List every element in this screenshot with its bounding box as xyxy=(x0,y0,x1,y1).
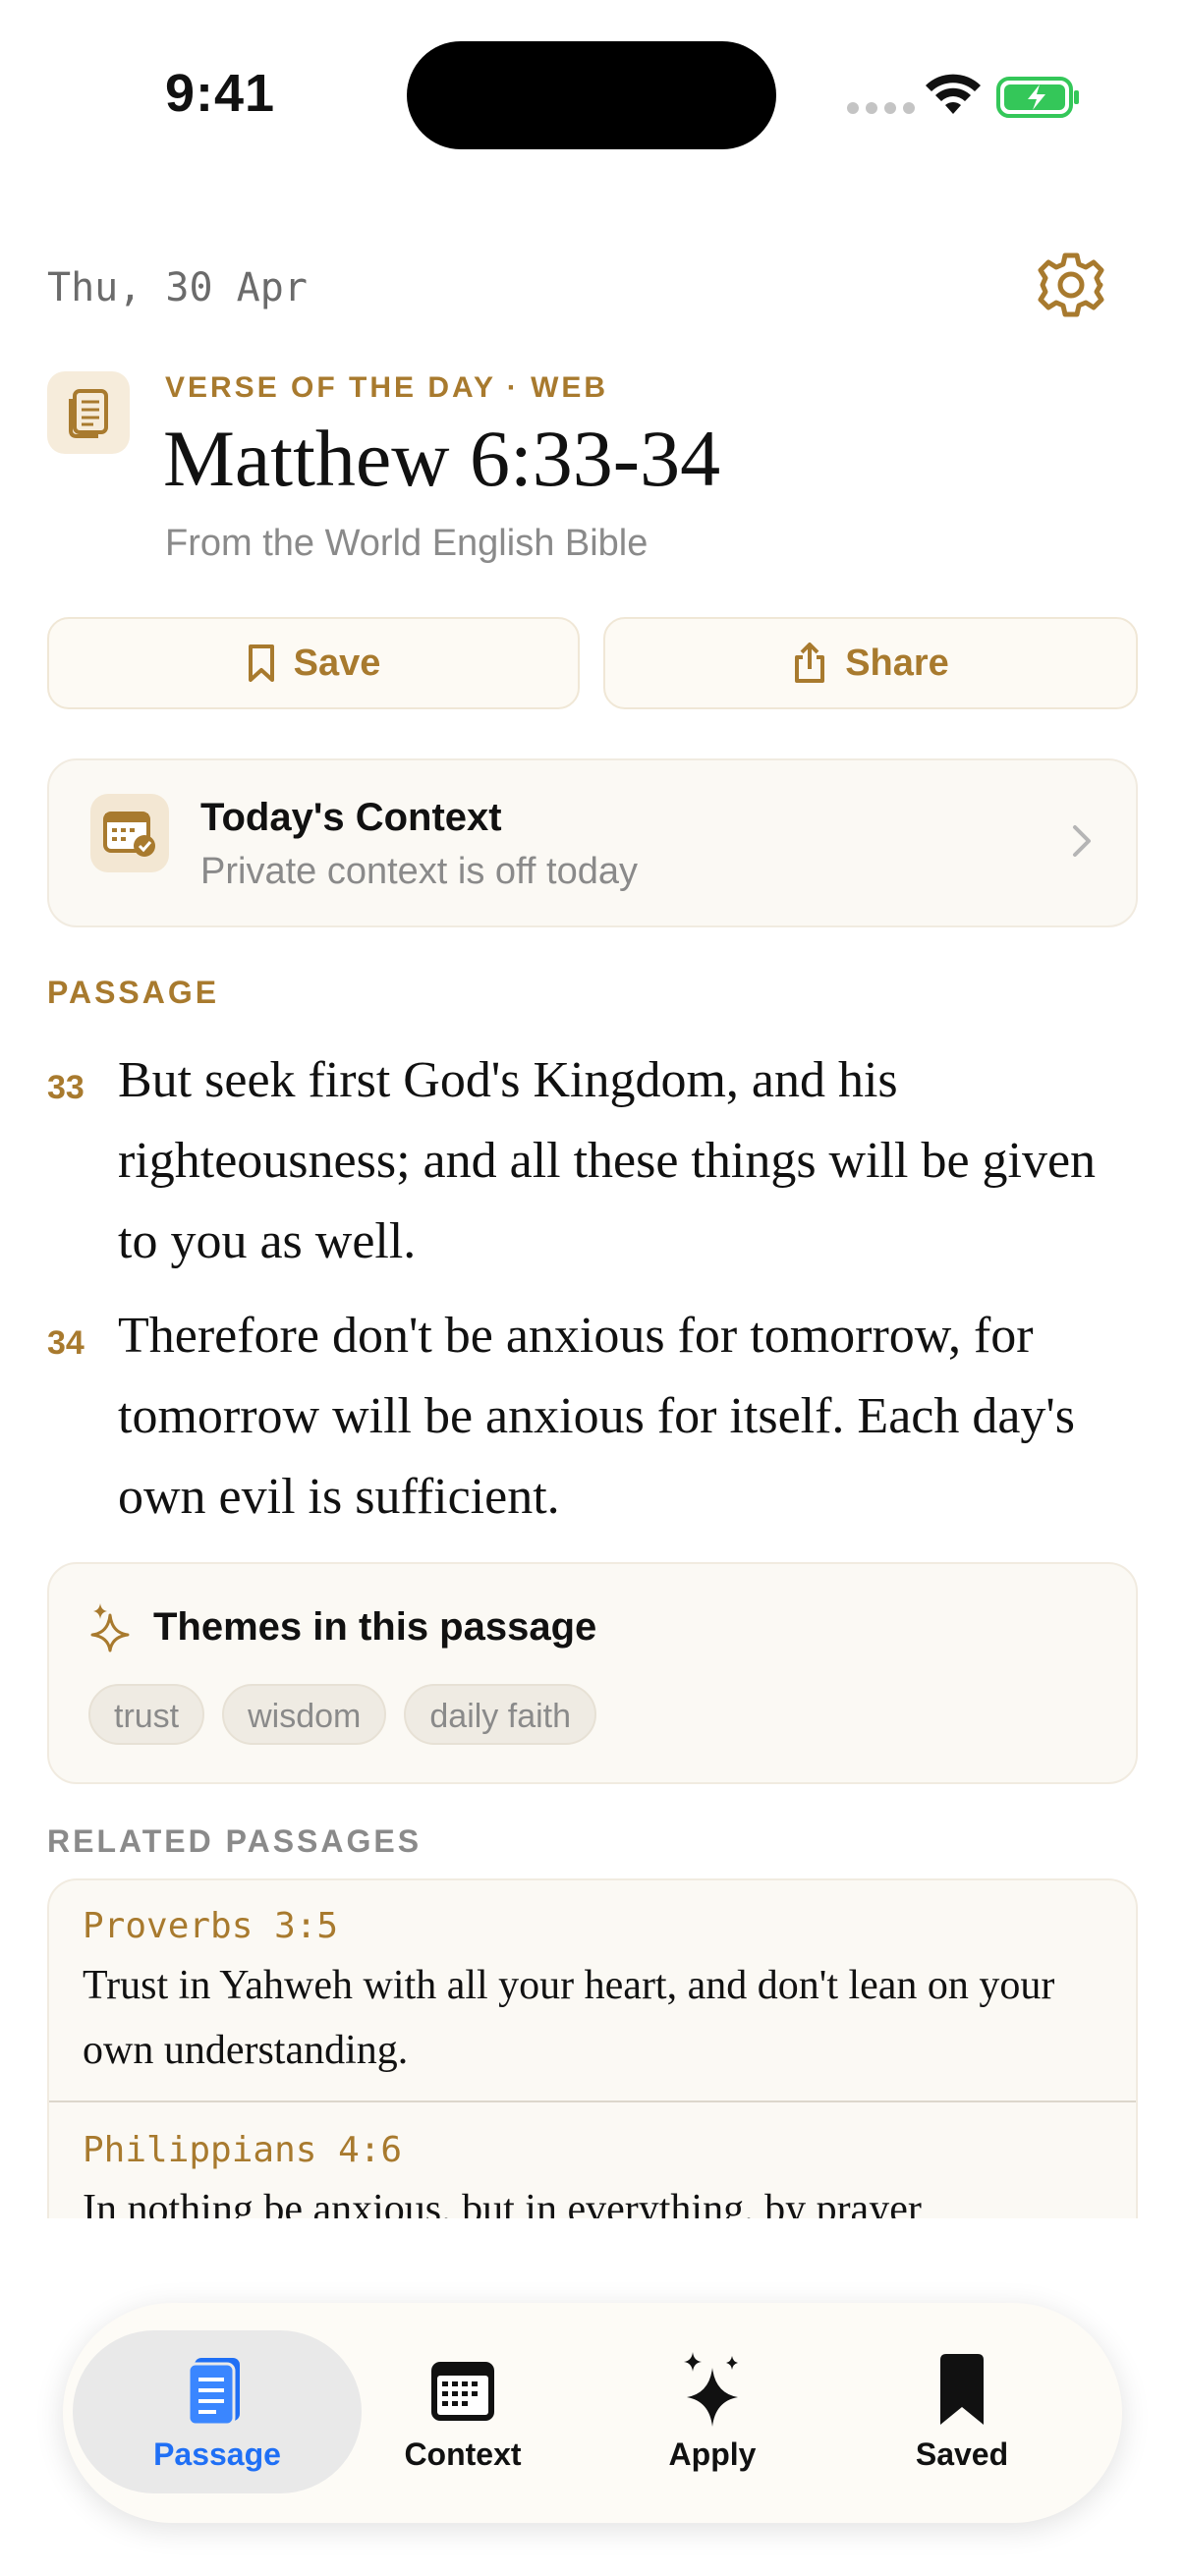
related-reference[interactable]: Proverbs 3:5 xyxy=(83,1906,338,1946)
chevron-right-icon xyxy=(1073,825,1091,857)
tab-bar: Passage Context Apply Saved xyxy=(63,2303,1122,2523)
status-time: 9:41 xyxy=(165,64,276,123)
context-card-title: Today's Context xyxy=(200,796,502,839)
divider xyxy=(49,2100,1136,2102)
tab-context[interactable]: Context xyxy=(320,2330,605,2493)
themes-card: Themes in this passage trust wisdom dail… xyxy=(47,1562,1138,1784)
battery-icon xyxy=(996,77,1079,118)
save-button[interactable]: Save xyxy=(47,617,580,709)
bookmark-icon xyxy=(940,2354,984,2425)
tab-saved[interactable]: Saved xyxy=(819,2330,1104,2493)
related-section-label: RELATED PASSAGES xyxy=(47,1823,423,1859)
tab-label: Context xyxy=(404,2436,522,2472)
related-text: Trust in Yahweh with all your heart, and… xyxy=(83,1963,1055,2073)
tab-label: Apply xyxy=(668,2436,757,2472)
theme-tags: trust wisdom daily faith xyxy=(88,1684,597,1745)
context-card-subtitle: Private context is off today xyxy=(200,851,638,892)
book-icon xyxy=(187,2358,240,2427)
tab-label: Saved xyxy=(915,2436,1009,2472)
calendar-check-icon xyxy=(90,794,169,872)
sparkle-icon xyxy=(90,1603,130,1652)
share-icon xyxy=(795,643,825,683)
theme-tag[interactable]: daily faith xyxy=(404,1684,597,1745)
tab-apply[interactable]: Apply xyxy=(570,2330,855,2493)
share-label: Share xyxy=(845,642,949,684)
page-title: Matthew 6:33-34 xyxy=(163,414,721,503)
tab-label: Passage xyxy=(153,2436,281,2472)
themes-title: Themes in this passage xyxy=(153,1605,597,1649)
theme-tag[interactable]: trust xyxy=(88,1684,205,1745)
related-reference[interactable]: Philippians 4:6 xyxy=(83,2130,402,2170)
verse-number: 33 xyxy=(47,1069,85,1106)
verse-number: 34 xyxy=(47,1324,85,1362)
cellular-signal-icon xyxy=(847,102,915,114)
settings-gear-icon[interactable] xyxy=(1036,250,1106,320)
save-label: Save xyxy=(293,642,381,684)
verse-of-day-kicker: VERSE OF THE DAY · WEB xyxy=(165,371,609,404)
dynamic-island xyxy=(407,41,776,149)
wifi-icon xyxy=(926,74,981,114)
share-button[interactable]: Share xyxy=(603,617,1138,709)
current-date: Thu, 30 Apr xyxy=(47,265,308,310)
verse-text: Therefore don't be anxious for tomorrow,… xyxy=(118,1308,1076,1525)
scripture-document-icon xyxy=(47,371,130,454)
tab-passage[interactable]: Passage xyxy=(73,2330,362,2493)
bookmark-outline-icon xyxy=(248,644,274,682)
translation-source: From the World English Bible xyxy=(165,523,649,564)
theme-tag[interactable]: wisdom xyxy=(222,1684,387,1745)
todays-context-card[interactable]: Today's Context Private context is off t… xyxy=(47,758,1138,927)
sparkles-icon xyxy=(684,2352,738,2427)
calendar-icon xyxy=(431,2362,494,2421)
passage-section-label: PASSAGE xyxy=(47,975,220,1010)
verse-text: But seek first God's Kingdom, and his ri… xyxy=(118,1052,1097,1269)
